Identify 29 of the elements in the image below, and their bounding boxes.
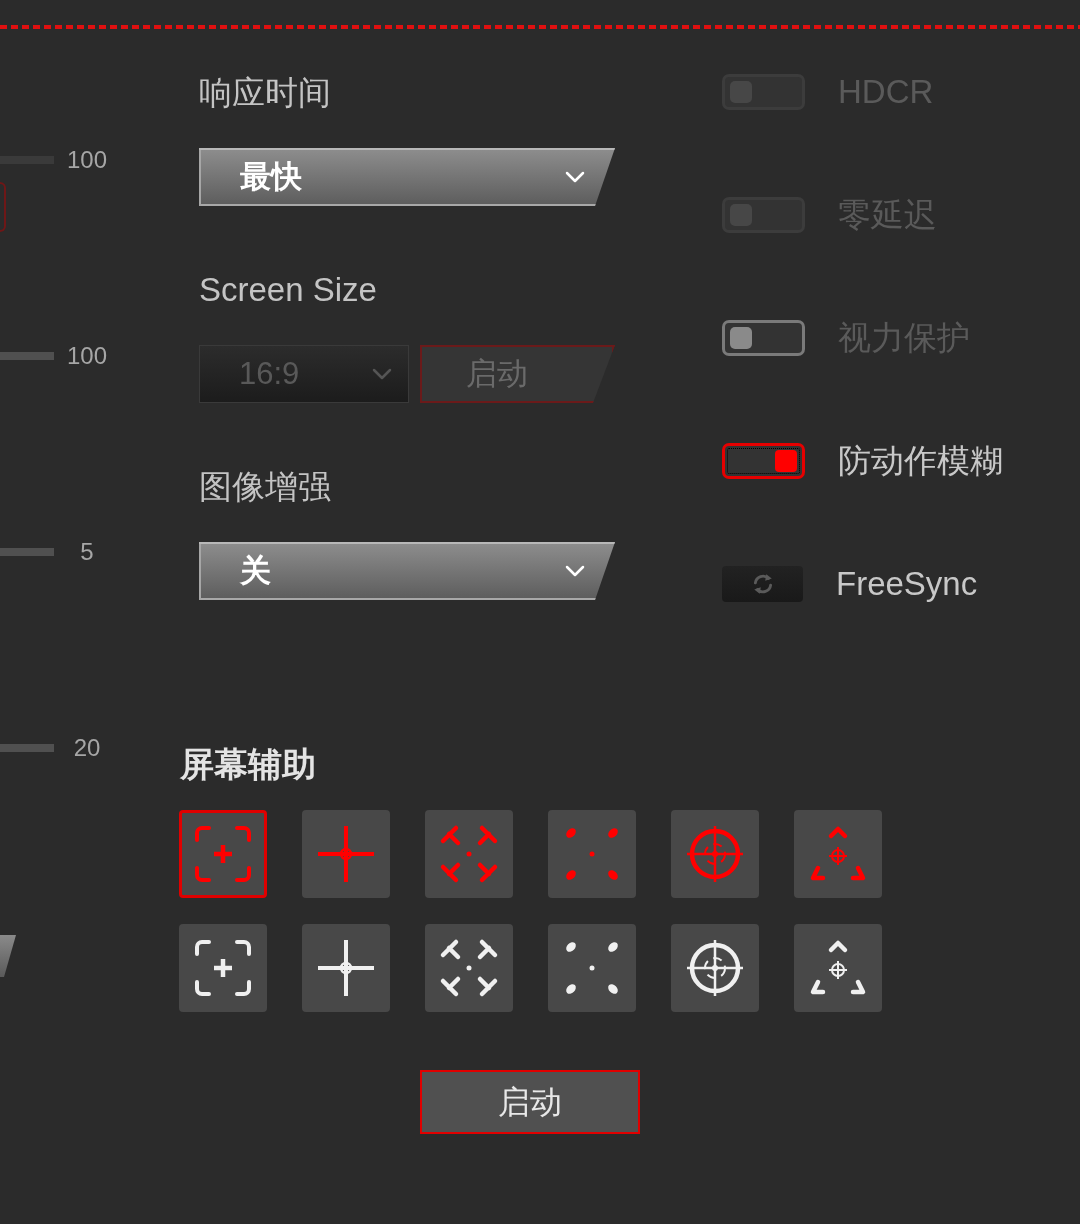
crosshair-option[interactable] — [179, 924, 267, 1012]
chevron-down-icon — [372, 368, 392, 380]
crosshair-option[interactable] — [302, 924, 390, 1012]
section-heading: 屏幕辅助 — [180, 744, 316, 784]
chevron-down-icon — [565, 171, 585, 183]
toggle-switch[interactable] — [722, 320, 805, 356]
crosshair-option[interactable] — [548, 924, 636, 1012]
slider-value: 100 — [65, 342, 108, 370]
start-button[interactable]: 启动 — [420, 1070, 640, 1134]
chevron-down-icon — [565, 565, 585, 577]
setting-label: 响应时间 — [199, 73, 331, 113]
crosshair-option[interactable] — [425, 924, 513, 1012]
toggle-label: FreeSync — [836, 564, 978, 604]
sync-button[interactable] — [722, 566, 803, 602]
slider-track[interactable] — [0, 744, 54, 752]
toggle-label: 防动作模糊 — [838, 441, 1003, 481]
slider-track[interactable] — [0, 352, 54, 360]
setting-label: 图像增强 — [199, 467, 331, 507]
slider-value: 20 — [72, 734, 102, 762]
slider-value: 100 — [65, 146, 108, 174]
cropped-button[interactable] — [0, 182, 6, 232]
dropdown[interactable]: 关 — [199, 542, 615, 600]
toggle-switch[interactable] — [722, 443, 805, 479]
dropdown[interactable]: 最快 — [199, 148, 615, 206]
slider-value: 5 — [79, 538, 95, 566]
crosshair-option[interactable] — [671, 924, 759, 1012]
crosshair-option[interactable] — [794, 924, 882, 1012]
slider-track[interactable] — [0, 548, 54, 556]
setting-label: Screen Size — [199, 270, 377, 310]
